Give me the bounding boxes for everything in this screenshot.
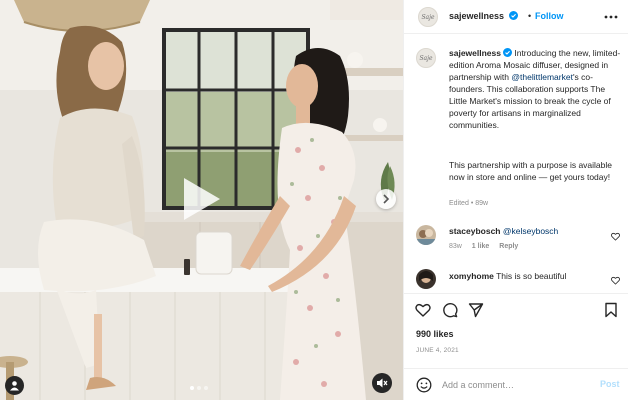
comments-scroll-area[interactable]: Saje sajewellness Introducing the new, l… (404, 35, 628, 292)
reply-button[interactable]: Reply (499, 243, 518, 250)
carousel-indicator (190, 386, 208, 390)
carousel-dot (204, 386, 208, 390)
comment-mention-link[interactable]: @kelseybosch (503, 226, 558, 236)
add-comment-bar: Post (404, 368, 628, 400)
comment-item: staceybosch @kelseybosch 83w 1 like Repl… (404, 225, 628, 261)
caption-age: 89w (475, 200, 489, 207)
post-details-panel: Saje sajewellness • Follow Saje sajewell… (403, 0, 628, 400)
caption-paragraph-2: This partnership with a purpose is avail… (449, 160, 613, 182)
comment-text: staceybosch @kelseybosch (449, 226, 609, 237)
carousel-dot-active (190, 386, 194, 390)
verified-badge-icon (508, 11, 518, 20)
heart-icon[interactable] (415, 302, 431, 318)
follow-button[interactable]: Follow (535, 11, 564, 21)
avatar[interactable] (416, 269, 436, 289)
tagged-users-button[interactable] (5, 376, 24, 395)
post-caption: sajewellness Introducing the new, limite… (449, 47, 621, 131)
more-horizontal-icon[interactable] (604, 12, 618, 22)
likes-count-link[interactable]: 990 likes (416, 329, 454, 339)
brand-logo: Saje (419, 54, 433, 62)
paper-plane-icon[interactable] (468, 302, 484, 318)
separator-dot: • (528, 11, 532, 21)
carousel-dot (197, 386, 201, 390)
play-icon (184, 178, 220, 220)
caption-username[interactable]: sajewellness (449, 48, 501, 58)
carousel-next-button[interactable] (376, 189, 396, 209)
sound-off-icon (377, 378, 388, 388)
comment-body: This is so beautiful (496, 271, 567, 281)
username[interactable]: sajewellness (449, 11, 504, 21)
chevron-right-icon (383, 194, 390, 204)
user-tag-icon (10, 381, 19, 391)
caption-mention-link[interactable]: @thelittlemarket (511, 72, 573, 82)
caption-edited-label: Edited (449, 200, 469, 207)
caption-avatar[interactable]: Saje (416, 48, 436, 68)
avatar[interactable]: Saje (418, 7, 438, 27)
comment-username[interactable]: xomyhome (449, 271, 494, 281)
bookmark-icon[interactable] (603, 302, 619, 318)
comment-meta: 83w 1 like Reply (449, 243, 526, 250)
verified-badge-icon (502, 48, 512, 57)
post-actions-bar: 990 likes JUNE 4, 2021 (404, 293, 628, 368)
post-date[interactable]: JUNE 4, 2021 (416, 347, 459, 354)
avatar[interactable] (416, 225, 436, 245)
heart-icon[interactable] (611, 276, 620, 285)
comment-likes-link[interactable]: 1 like (472, 243, 490, 250)
mute-toggle-button[interactable] (372, 373, 392, 393)
separator-dot: • (470, 200, 474, 207)
comment-age: 83w (449, 243, 462, 250)
heart-icon[interactable] (611, 232, 620, 241)
video-play-button[interactable] (180, 175, 224, 223)
post-header: Saje sajewellness • Follow (404, 0, 628, 34)
emoji-smile-icon[interactable] (416, 377, 432, 393)
comment-bubble-icon[interactable] (442, 302, 458, 318)
comment-username[interactable]: staceybosch (449, 226, 501, 236)
caption-meta: Edited • 89w (449, 200, 488, 207)
username-link[interactable]: sajewellness (449, 11, 518, 21)
post-media[interactable] (0, 0, 403, 400)
brand-logo: Saje (421, 13, 435, 21)
post-comment-button[interactable]: Post (600, 379, 620, 389)
comment-text: xomyhome This is so beautiful (449, 271, 609, 282)
comment-item: xomyhome This is so beautiful (404, 269, 628, 292)
comment-input[interactable] (442, 377, 592, 393)
